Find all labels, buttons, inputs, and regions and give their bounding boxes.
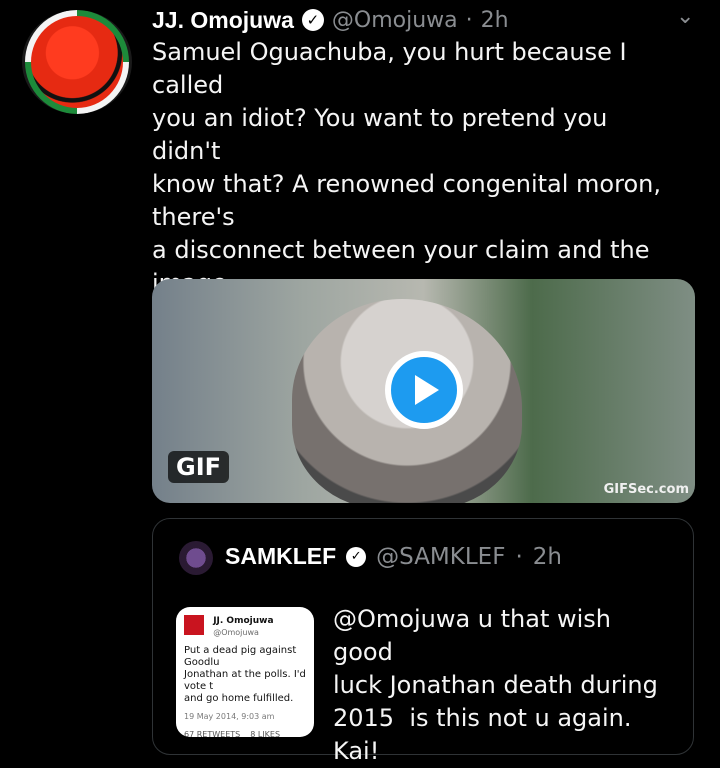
quoted-avatar[interactable] (179, 541, 213, 575)
chevron-down-icon[interactable]: ⌄ (676, 4, 700, 29)
thumb-name: JJ. Omojuwa (213, 616, 274, 626)
separator-dot: · (465, 7, 473, 33)
tweet-media[interactable]: GIF GIFSec.com (152, 279, 695, 503)
thumb-header: JJ. Omojuwa @Omojuwa (184, 615, 306, 639)
verified-icon: ✓ (301, 9, 324, 31)
quoted-header: SAMKLEF ✓ @SAMKLEF · 2h (225, 543, 562, 570)
play-icon (415, 375, 439, 405)
profile-avatar[interactable] (22, 10, 132, 114)
thumb-body: Put a dead pig against Goodlu Jonathan a… (184, 645, 306, 704)
media-watermark: GIFSec.com (603, 482, 689, 497)
tweet-header: JJ. Omojuwa ✓ @Omojuwa · 2h ⌄ (152, 2, 700, 38)
thumb-handle: @Omojuwa (213, 628, 259, 637)
quoted-author-handle[interactable]: @SAMKLEF (376, 544, 505, 570)
thumb-retweets: 67 RETWEETS (184, 730, 241, 737)
thumb-likes: 8 LIKES (250, 730, 281, 737)
quoted-tweet[interactable]: SAMKLEF ✓ @SAMKLEF · 2h JJ. Omojuwa @Omo… (152, 518, 694, 765)
avatar-ring (25, 10, 129, 114)
tweet-time[interactable]: 2h (481, 8, 509, 33)
author-name[interactable]: JJ. Omojuwa (152, 7, 294, 34)
quoted-image-thumbnail[interactable]: JJ. Omojuwa @Omojuwa Put a dead pig agai… (176, 607, 314, 737)
gif-badge: GIF (168, 451, 230, 483)
separator-dot: · (515, 543, 523, 570)
thumb-avatar (184, 615, 204, 635)
thumb-stats: 67 RETWEETS 8 LIKES (184, 729, 306, 737)
avatar-image (31, 16, 123, 108)
quoted-text: @Omojuwa u that wish good luck Jonathan … (333, 605, 658, 765)
quoted-author-name[interactable]: SAMKLEF (225, 543, 336, 570)
thumb-date: 19 May 2014, 9:03 am (184, 712, 275, 721)
play-button[interactable] (385, 351, 463, 429)
author-handle[interactable]: @Omojuwa (332, 8, 458, 33)
verified-icon: ✓ (346, 546, 367, 567)
quoted-time[interactable]: 2h (533, 544, 562, 570)
